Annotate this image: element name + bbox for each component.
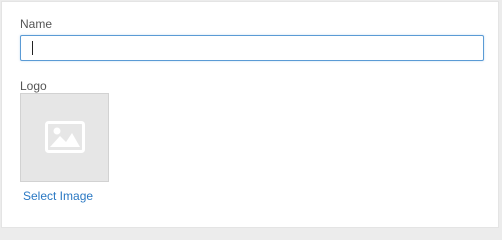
logo-label: Logo xyxy=(20,79,47,93)
settings-panel: Name Logo Select Image xyxy=(1,1,499,228)
name-input[interactable] xyxy=(20,35,484,61)
select-image-link[interactable]: Select Image xyxy=(23,189,93,203)
image-placeholder-icon xyxy=(45,121,85,153)
name-label: Name xyxy=(20,17,53,31)
text-caret xyxy=(32,41,33,55)
logo-preview[interactable] xyxy=(20,93,109,182)
